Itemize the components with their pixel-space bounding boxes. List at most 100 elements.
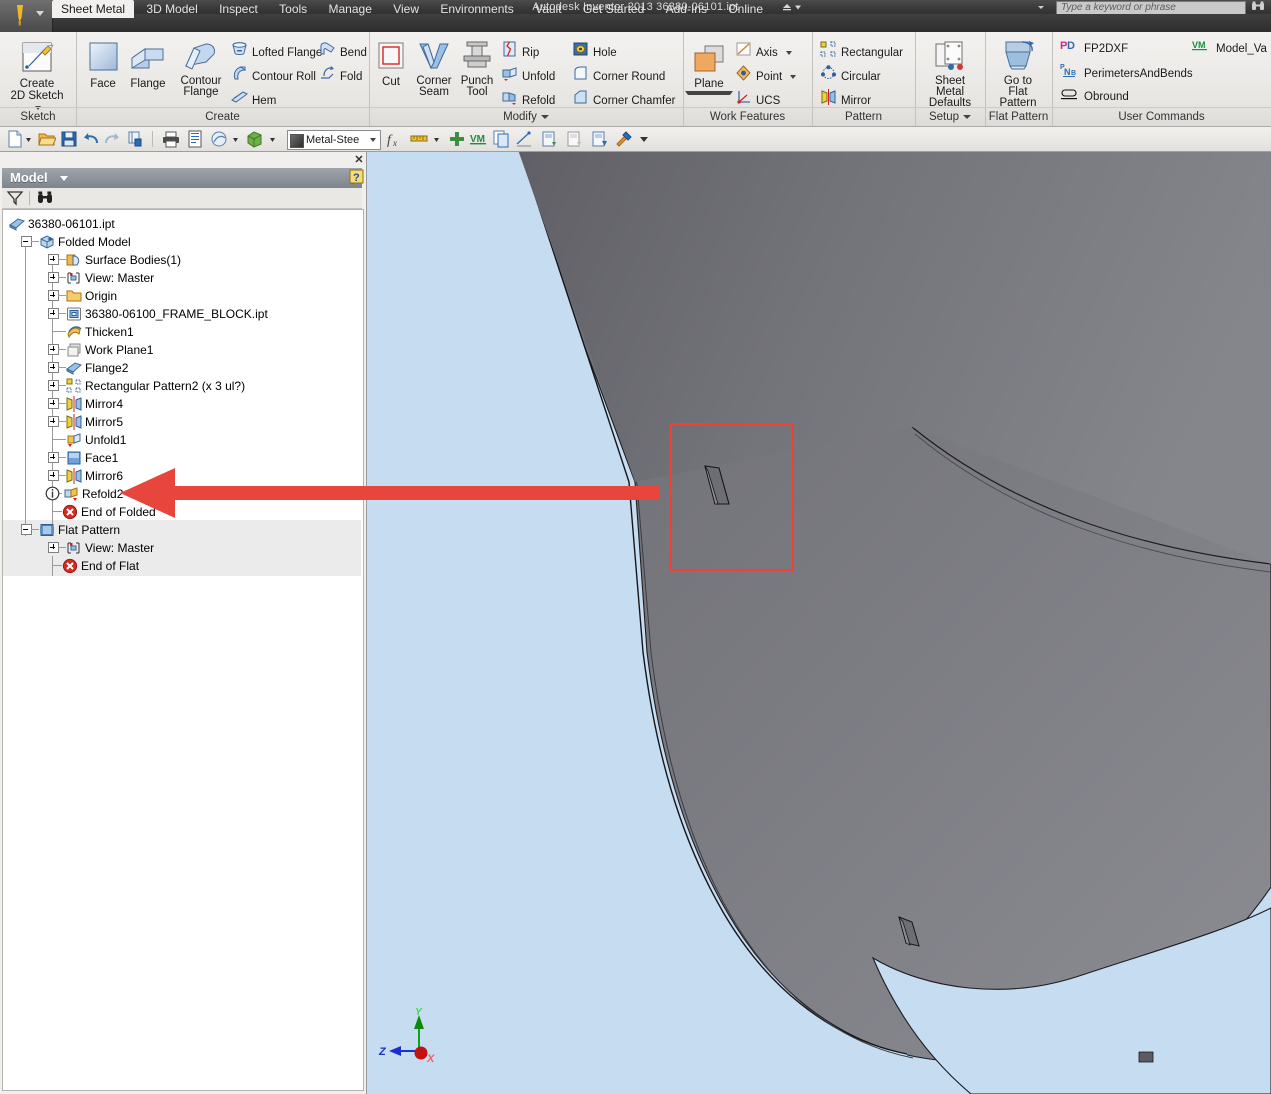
view-shaded-button[interactable] <box>590 130 608 148</box>
ribbon-overflow-icon[interactable] <box>775 0 809 18</box>
tree-item-mirror6[interactable]: Mirror6 <box>66 466 123 484</box>
plane-caret-icon[interactable] <box>685 91 733 95</box>
tree-item-unfold1[interactable]: Unfold1 <box>66 430 126 448</box>
panel-label-setup[interactable]: Setup <box>915 107 985 126</box>
lofted-flange-button[interactable]: Lofted Flange <box>231 41 322 63</box>
model-value-button[interactable]: VM Model_Va <box>1192 38 1267 60</box>
go-to-flat-pattern-button[interactable]: Go to Flat Pattern <box>989 40 1047 109</box>
tree-expander-plus[interactable] <box>48 380 59 391</box>
measure-caret-icon[interactable] <box>432 130 441 148</box>
filter-icon[interactable] <box>6 190 24 206</box>
find-icon[interactable] <box>36 190 54 206</box>
tree-expander-minus[interactable] <box>21 236 32 247</box>
tree-item-flange2[interactable]: Flange2 <box>66 358 128 376</box>
corner-round-button[interactable]: Corner Round <box>572 65 665 87</box>
flange-button[interactable]: Flange <box>124 40 172 90</box>
tree-expander-minus[interactable] <box>21 524 32 535</box>
print-preview-button[interactable] <box>186 130 204 148</box>
update-button[interactable] <box>126 130 144 148</box>
hole-button[interactable]: Hole <box>572 41 617 63</box>
axis-caret-icon[interactable] <box>785 51 792 55</box>
unfold-button[interactable]: Unfold <box>501 65 555 87</box>
panel-setup-dropdown-icon[interactable] <box>963 114 972 119</box>
tree-expander-plus[interactable] <box>48 344 59 355</box>
add-button[interactable] <box>448 130 466 148</box>
new-file-button[interactable] <box>6 130 24 148</box>
tree-expander-plus[interactable] <box>48 254 59 265</box>
contour-roll-button[interactable]: Contour Roll <box>231 65 316 87</box>
plane-button[interactable]: Plane <box>685 44 733 95</box>
search-input[interactable]: Type a keyword or phrase <box>1056 1 1246 14</box>
point-caret-icon[interactable] <box>790 75 797 79</box>
browser-close-icon[interactable]: ✕ <box>353 154 365 166</box>
tree-item-thicken1[interactable]: Thicken1 <box>66 322 134 340</box>
cut-button[interactable]: Cut <box>371 40 411 88</box>
measure-button[interactable] <box>410 130 428 148</box>
model-tree[interactable]: 36380-06101.ipt Folded Model Surface Bod… <box>2 209 364 1091</box>
tab-tools[interactable]: Tools <box>270 0 316 18</box>
fp2dxf-button[interactable]: P D FP2DXF <box>1060 38 1128 60</box>
face-button[interactable]: Face <box>82 40 124 90</box>
tree-expander-plus[interactable] <box>48 398 59 409</box>
tree-expander-plus[interactable] <box>48 416 59 427</box>
tree-item-face1[interactable]: Face1 <box>66 448 118 466</box>
browser-header[interactable]: Model <box>2 168 362 188</box>
tree-item-end-of-folded[interactable]: End of Folded <box>62 502 156 520</box>
tree-item-folded-model[interactable]: Folded Model <box>39 232 131 250</box>
tree-expander-plus[interactable] <box>48 308 59 319</box>
search-binoculars-icon[interactable] <box>1250 1 1266 13</box>
application-menu-button[interactable] <box>0 0 53 32</box>
tree-item-derived-part[interactable]: 36380-06100_FRAME_BLOCK.ipt <box>66 304 268 322</box>
tree-expander-plus[interactable] <box>48 542 59 553</box>
tree-item-view-master-folded[interactable]: View: Master <box>66 268 154 286</box>
tab-get-started[interactable]: Get Started <box>574 0 653 18</box>
save-button[interactable] <box>60 130 78 148</box>
tree-expander-plus[interactable] <box>48 290 59 301</box>
perimeters-and-bends-button[interactable]: P N B PerimetersAndBends <box>1060 62 1193 84</box>
tree-item-refold2[interactable]: Refold2 <box>45 484 123 502</box>
quick-access-dropdown-icon[interactable] <box>1036 2 1046 12</box>
panel-modify-dropdown-icon[interactable] <box>540 114 549 119</box>
graphics-viewport[interactable]: Y Z X <box>367 152 1271 1094</box>
point-button[interactable]: Point <box>735 65 797 87</box>
tab-view[interactable]: View <box>384 0 428 18</box>
rip-button[interactable]: Rip <box>501 41 539 63</box>
fold-button[interactable]: Fold <box>319 65 362 87</box>
undo-button[interactable] <box>82 130 100 148</box>
axis-button[interactable]: Axis <box>735 41 792 63</box>
tab-sheet-metal[interactable]: Sheet Metal <box>52 0 135 18</box>
new-file-caret-icon[interactable] <box>24 130 33 148</box>
view-hidden-button[interactable] <box>565 130 583 148</box>
return-caret-icon[interactable] <box>268 130 277 148</box>
tree-expander-plus[interactable] <box>48 470 59 481</box>
tree-item-mirror5[interactable]: Mirror5 <box>66 412 123 430</box>
tree-item-origin[interactable]: Origin <box>66 286 117 304</box>
copy-properties-button[interactable] <box>492 130 510 148</box>
material-select[interactable]: Metal-Stee <box>287 130 381 150</box>
tree-item-surface-bodies[interactable]: Surface Bodies(1) <box>66 250 181 268</box>
tree-item-work-plane1[interactable]: Work Plane1 <box>66 340 153 358</box>
tree-item-mirror4[interactable]: Mirror4 <box>66 394 123 412</box>
panel-label-modify[interactable]: Modify <box>369 107 683 126</box>
tab-environments[interactable]: Environments <box>431 0 522 18</box>
create-2d-sketch-button[interactable]: Create 2D Sketch <box>9 40 65 114</box>
sketch-dimension-button[interactable] <box>515 130 533 148</box>
tools-button[interactable] <box>615 130 633 148</box>
model-value-qat-button[interactable]: VM <box>470 130 488 148</box>
print-button[interactable] <box>162 130 180 148</box>
tab-add-ins[interactable]: Add-Ins <box>657 0 716 18</box>
material-caret-icon[interactable] <box>370 138 376 142</box>
tab-online[interactable]: Online <box>719 0 772 18</box>
tab-inspect[interactable]: Inspect <box>210 0 267 18</box>
appearance-caret-icon[interactable] <box>231 130 240 148</box>
bend-button[interactable]: Bend <box>319 41 367 63</box>
tree-item-end-of-flat[interactable]: End of Flat <box>62 556 139 574</box>
browser-help-icon[interactable]: ? <box>349 169 365 185</box>
open-file-button[interactable] <box>38 130 57 148</box>
toolbar-overflow-icon[interactable] <box>638 130 650 148</box>
contour-flange-button[interactable]: Contour Flange <box>174 40 228 98</box>
tree-item-rectangular-pattern2[interactable]: Rectangular Pattern2 (x 3 ul?) <box>66 376 245 394</box>
tab-vault[interactable]: Vault <box>526 0 570 18</box>
view-rotate-button[interactable] <box>540 130 558 148</box>
redo-button[interactable] <box>103 130 121 148</box>
